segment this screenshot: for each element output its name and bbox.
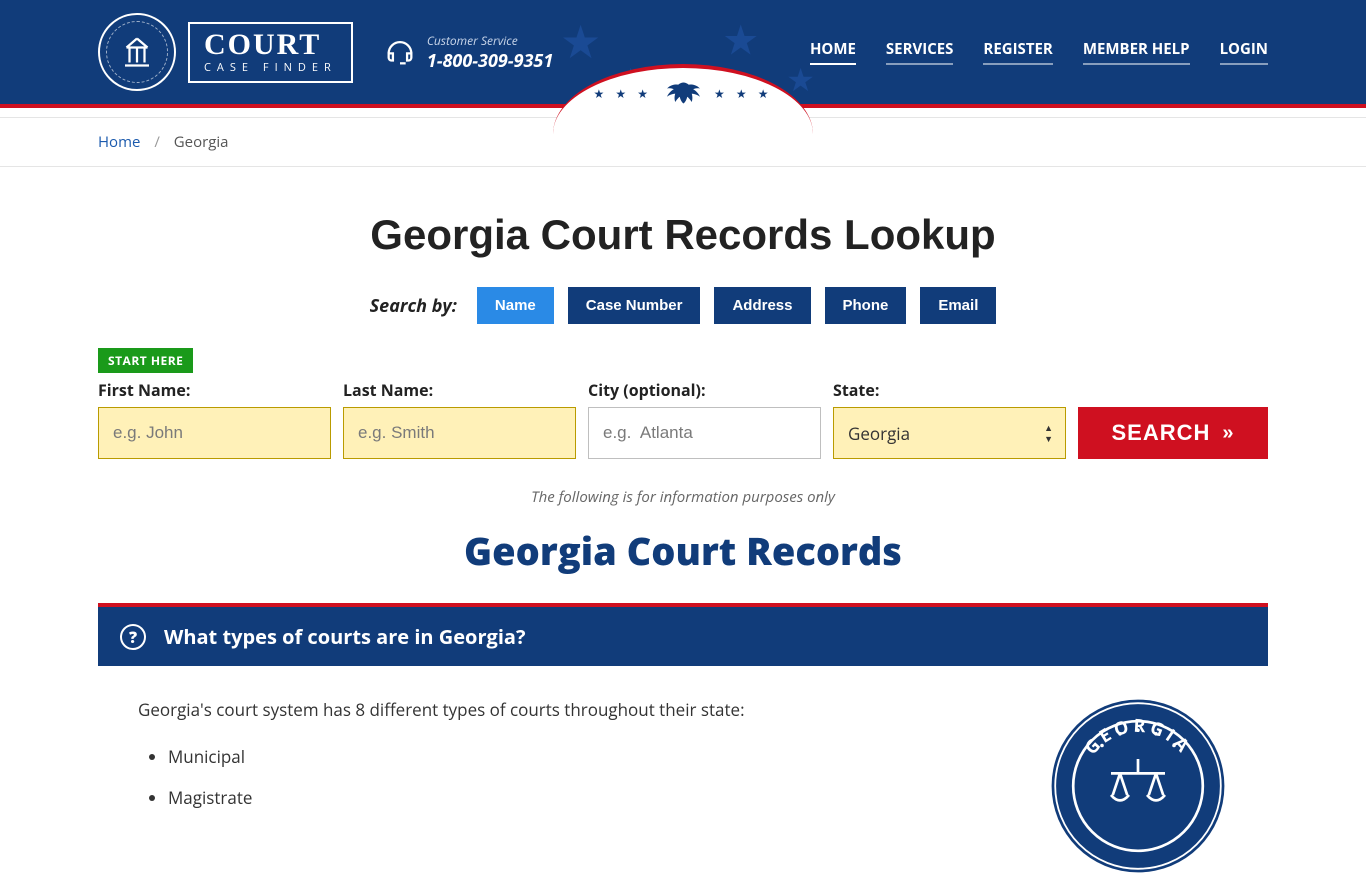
- start-here-badge: START HERE: [98, 348, 193, 373]
- list-item: Municipal: [168, 743, 1018, 772]
- tab-name[interactable]: Name: [477, 287, 554, 324]
- brand-title: COURT: [204, 30, 337, 60]
- brand-logo[interactable]: COURT CASE FINDER: [98, 13, 353, 91]
- court-types-list: Municipal Magistrate: [168, 743, 1018, 813]
- eagle-icon: [658, 78, 708, 108]
- city-input[interactable]: [588, 407, 821, 459]
- tab-phone[interactable]: Phone: [825, 287, 907, 324]
- support-label: Customer Service: [427, 32, 553, 49]
- field-last-name: Last Name:: [343, 379, 576, 459]
- breadcrumb-home[interactable]: Home: [98, 132, 140, 152]
- list-item: Magistrate: [168, 784, 1018, 813]
- main-nav: HOME SERVICES REGISTER MEMBER HELP LOGIN: [810, 39, 1268, 65]
- field-first-name: First Name:: [98, 379, 331, 459]
- state-seal-icon: GEORGIA: [1048, 696, 1228, 876]
- select-chevron-icon: ▲▼: [1044, 423, 1053, 443]
- field-city: City (optional):: [588, 379, 821, 459]
- state-value: Georgia: [848, 422, 910, 445]
- nav-home[interactable]: HOME: [810, 39, 856, 65]
- last-name-label: Last Name:: [343, 379, 576, 401]
- nav-services[interactable]: SERVICES: [886, 39, 954, 65]
- page-title: Georgia Court Records Lookup: [98, 211, 1268, 259]
- info-panel: ? What types of courts are in Georgia? G…: [98, 603, 1268, 886]
- chevron-right-icon: »: [1222, 422, 1234, 445]
- breadcrumb-separator: /: [154, 132, 160, 152]
- brand-text: COURT CASE FINDER: [188, 22, 353, 83]
- first-name-label: First Name:: [98, 379, 331, 401]
- state-select[interactable]: Georgia ▲▼: [833, 407, 1066, 459]
- breadcrumb-current: Georgia: [174, 132, 229, 152]
- state-label: State:: [833, 379, 1066, 401]
- panel-question: What types of courts are in Georgia?: [164, 623, 526, 650]
- search-button[interactable]: SEARCH »: [1078, 407, 1268, 459]
- search-by-row: Search by: Name Case Number Address Phon…: [98, 287, 1268, 324]
- panel-intro: Georgia's court system has 8 different t…: [138, 696, 1018, 725]
- brand-subtitle: CASE FINDER: [204, 62, 337, 73]
- city-label: City (optional):: [588, 379, 821, 401]
- customer-service: Customer Service 1-800-309-9351: [383, 32, 553, 73]
- tab-case-number[interactable]: Case Number: [568, 287, 701, 324]
- tab-email[interactable]: Email: [920, 287, 996, 324]
- disclaimer-text: The following is for information purpose…: [98, 487, 1268, 507]
- main-content: Georgia Court Records Lookup Search by: …: [98, 211, 1268, 886]
- headset-icon: [383, 35, 417, 69]
- search-by-label: Search by:: [370, 294, 457, 318]
- panel-header: ? What types of courts are in Georgia?: [98, 607, 1268, 666]
- nav-member-help[interactable]: MEMBER HELP: [1083, 39, 1190, 65]
- search-button-label: SEARCH: [1111, 420, 1210, 446]
- nav-login[interactable]: LOGIN: [1220, 39, 1268, 65]
- section-title: Georgia Court Records: [98, 525, 1268, 577]
- nav-register[interactable]: REGISTER: [983, 39, 1052, 65]
- first-name-input[interactable]: [98, 407, 331, 459]
- brand-seal-icon: [98, 13, 176, 91]
- question-icon: ?: [120, 624, 146, 650]
- tab-address[interactable]: Address: [714, 287, 810, 324]
- ribbon-divider: ★ ★ ★ ★ ★ ★: [0, 104, 1366, 118]
- support-phone: 1-800-309-9351: [427, 49, 553, 73]
- search-form: First Name: Last Name: City (optional): …: [98, 379, 1268, 459]
- eagle-emblem: ★ ★ ★ ★ ★ ★: [593, 78, 772, 108]
- field-state: State: Georgia ▲▼: [833, 379, 1066, 459]
- last-name-input[interactable]: [343, 407, 576, 459]
